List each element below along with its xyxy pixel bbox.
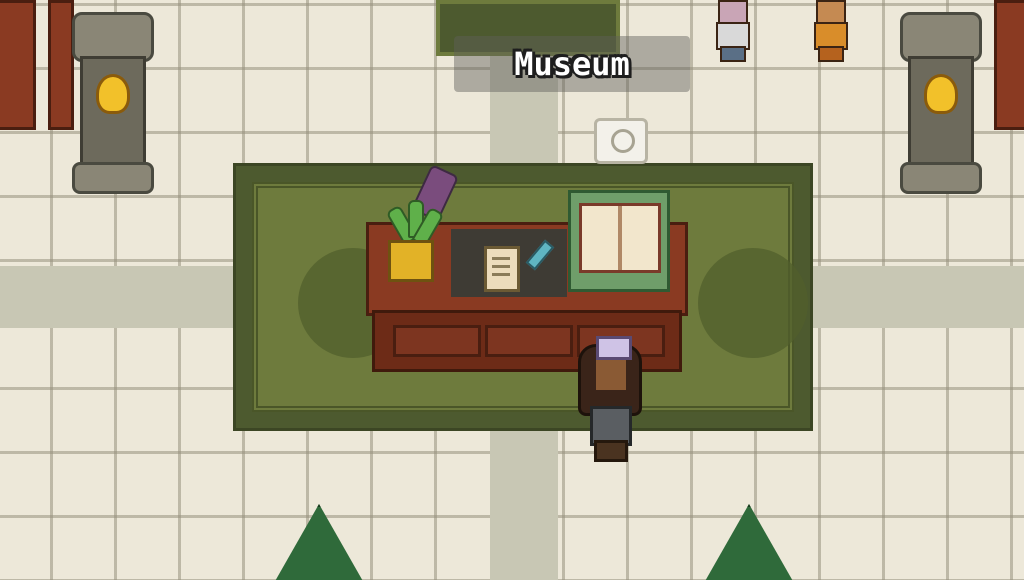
interaction-prompt[interactable] xyxy=(594,118,648,164)
location-name: Museum xyxy=(514,45,630,83)
npc-visitor-1[interactable] xyxy=(710,0,752,62)
book-icon xyxy=(579,203,661,273)
location-label: Museum xyxy=(454,36,690,92)
guest-book-stand[interactable] xyxy=(568,190,670,292)
pillar-right xyxy=(900,12,982,194)
bench-left xyxy=(0,0,36,130)
hair-bow-icon xyxy=(596,336,632,360)
bench-left-arm xyxy=(48,0,74,130)
game-scene[interactable]: Museum xyxy=(0,0,1024,580)
player-character[interactable] xyxy=(572,336,644,462)
plant-pot xyxy=(388,240,434,282)
pine-tree-left xyxy=(270,504,368,580)
lamp-icon xyxy=(96,74,130,114)
pine-tree-right xyxy=(700,504,798,580)
lamp-icon xyxy=(924,74,958,114)
npc-visitor-2[interactable] xyxy=(808,0,850,62)
pillar-left xyxy=(72,12,154,194)
bench-right xyxy=(994,0,1024,130)
speech-bubble-icon xyxy=(611,129,635,153)
document-sheet[interactable] xyxy=(484,246,520,292)
